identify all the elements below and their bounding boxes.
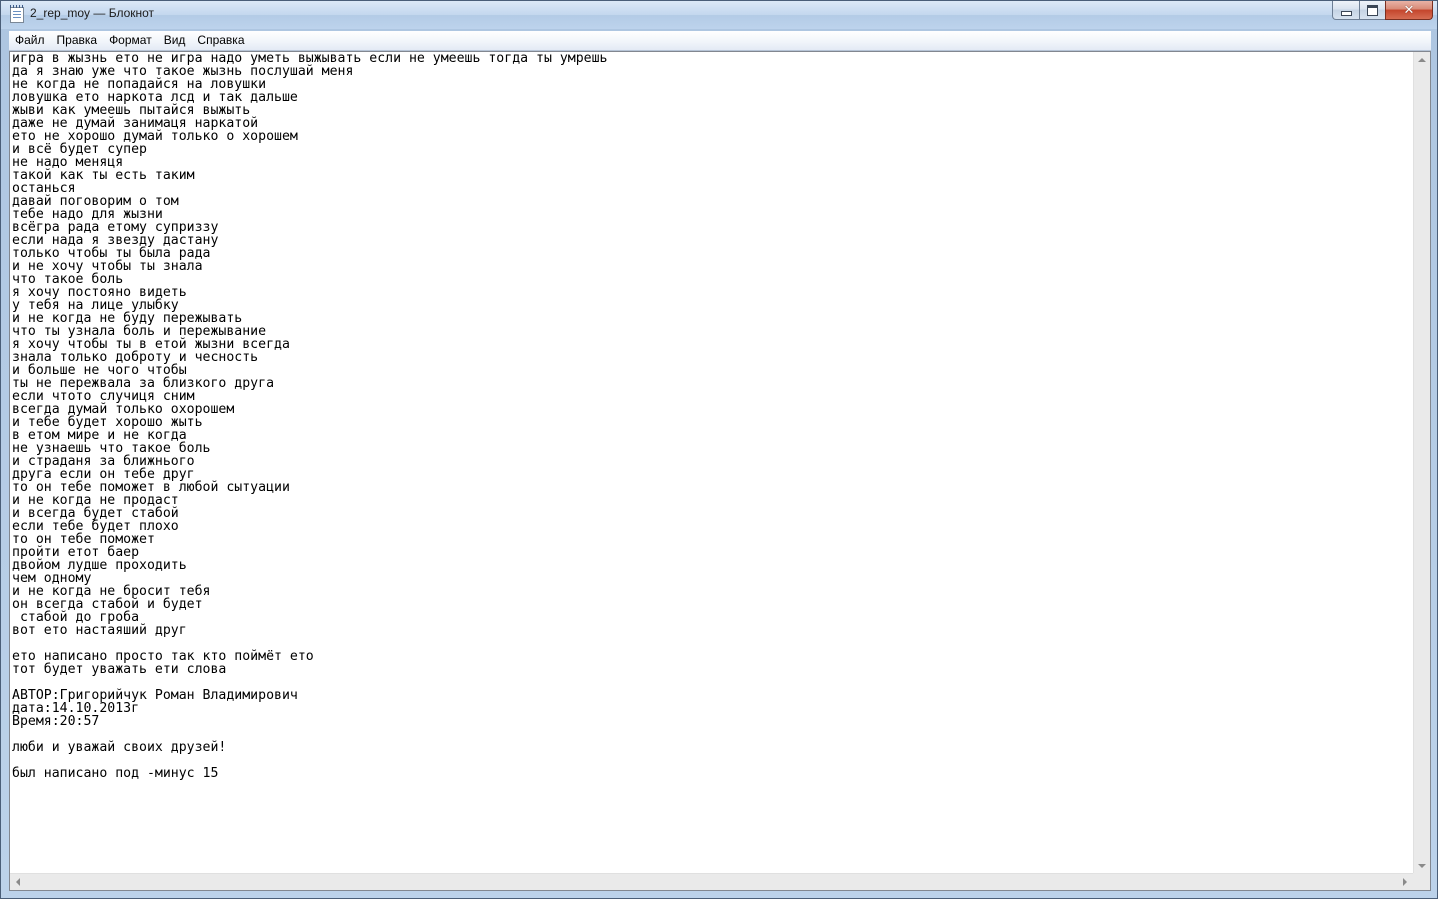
notepad-window: 2_rep_moy — Блокнот ✕ Файл Правка Формат… xyxy=(0,0,1438,899)
horizontal-scrollbar[interactable] xyxy=(10,873,1413,890)
scrollbar-corner xyxy=(1413,873,1430,890)
window-title: 2_rep_moy — Блокнот xyxy=(30,6,155,20)
document-text[interactable]: игра в жызнь ето не игра надо уметь выжы… xyxy=(10,52,1415,780)
menu-file[interactable]: Файл xyxy=(9,31,51,50)
scroll-left-icon[interactable] xyxy=(16,878,20,886)
menu-view[interactable]: Вид xyxy=(158,31,192,50)
scroll-down-icon[interactable] xyxy=(1418,864,1426,868)
scroll-up-icon[interactable] xyxy=(1418,58,1426,62)
maximize-icon xyxy=(1367,4,1378,16)
minimize-button[interactable] xyxy=(1332,1,1360,20)
maximize-button[interactable] xyxy=(1359,1,1386,20)
menu-format[interactable]: Формат xyxy=(103,31,158,50)
text-editor-area[interactable]: игра в жызнь ето не игра надо уметь выжы… xyxy=(10,52,1415,874)
menu-edit[interactable]: Правка xyxy=(51,31,104,50)
scroll-right-icon[interactable] xyxy=(1403,878,1407,886)
editor-frame: игра в жызнь ето не игра надо уметь выжы… xyxy=(9,51,1431,891)
vertical-scrollbar[interactable] xyxy=(1413,52,1430,874)
menu-help[interactable]: Справка xyxy=(191,31,250,50)
title-bar[interactable]: 2_rep_moy — Блокнот ✕ xyxy=(1,1,1437,29)
minimize-icon xyxy=(1340,10,1352,16)
menu-bar: Файл Правка Формат Вид Справка xyxy=(9,31,1431,51)
notepad-app-icon[interactable] xyxy=(10,5,24,23)
close-button[interactable]: ✕ xyxy=(1385,1,1433,20)
close-icon: ✕ xyxy=(1403,2,1415,18)
